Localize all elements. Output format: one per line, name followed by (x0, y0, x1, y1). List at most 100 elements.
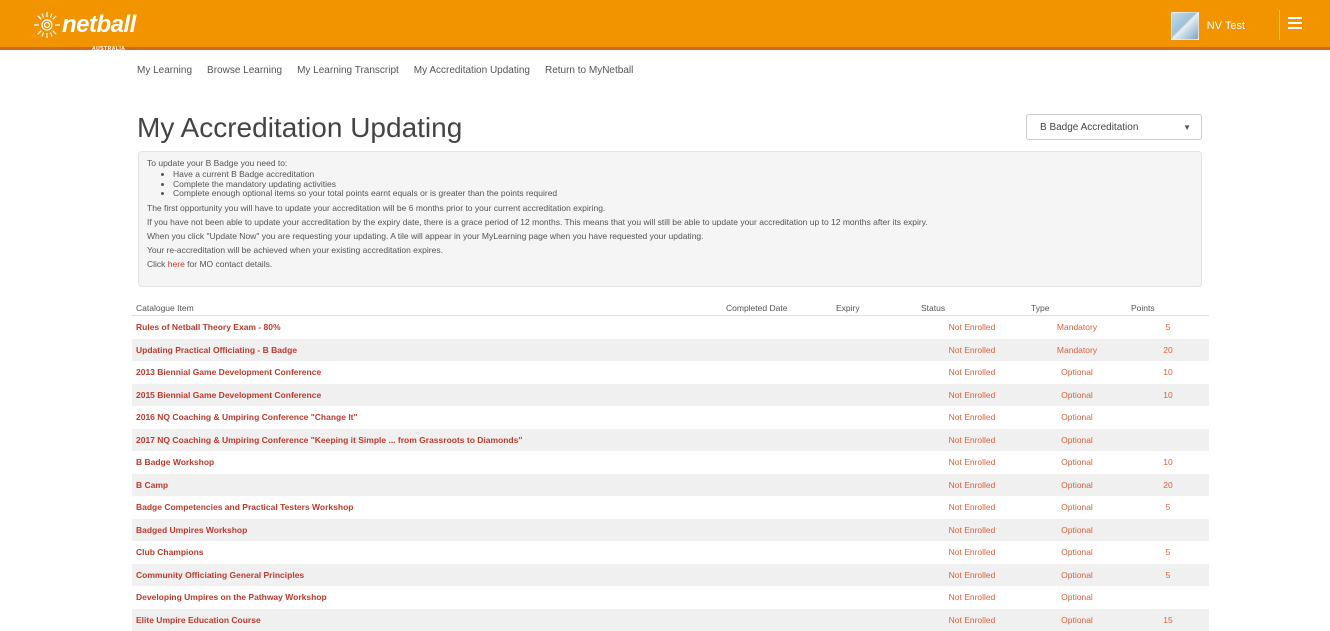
status-cell: Not Enrolled (917, 406, 1027, 429)
logo-subtext: AUSTRALIA (92, 37, 125, 61)
type-cell: Optional (1027, 406, 1127, 429)
catalogue-item-cell: Club Champions (132, 541, 722, 564)
requirement-item: Complete enough optional items so your t… (173, 189, 1193, 199)
nav-browse-learning[interactable]: Browse Learning (207, 65, 282, 76)
column-header-expiry[interactable]: Expiry (832, 300, 917, 316)
sub-navigation: My Learning Browse Learning My Learning … (137, 65, 648, 76)
catalogue-item-cell: Community Officiating General Principles (132, 564, 722, 587)
catalogue-item-link[interactable]: Badged Umpires Workshop (136, 525, 247, 535)
catalogue-item-link[interactable]: Club Champions (136, 547, 204, 557)
instructions-panel: To update your B Badge you need to: Have… (138, 151, 1202, 287)
type-cell: Mandatory (1027, 316, 1127, 339)
points-cell: 10 (1127, 451, 1209, 474)
catalogue-item-link[interactable]: B Camp (136, 480, 168, 490)
accreditation-select[interactable]: B Badge Accreditation ▼ (1026, 114, 1202, 140)
info-paragraph: When you click "Update Now" you are requ… (147, 231, 1193, 241)
catalogue-item-cell: 2013 Biennial Game Development Conferenc… (132, 361, 722, 384)
column-header-points[interactable]: Points (1127, 300, 1209, 316)
nav-return-to-mynetball[interactable]: Return to MyNetball (545, 65, 633, 76)
points-cell: 10 (1127, 384, 1209, 407)
type-cell: Optional (1027, 429, 1127, 452)
completed-date-cell (722, 361, 832, 384)
catalogue-item-link[interactable]: 2015 Biennial Game Development Conferenc… (136, 390, 321, 400)
table-row: Club ChampionsNot EnrolledOptional5 (132, 541, 1209, 564)
points-cell (1127, 586, 1209, 609)
expiry-cell (832, 564, 917, 587)
completed-date-cell (722, 496, 832, 519)
expiry-cell (832, 339, 917, 362)
points-cell (1127, 429, 1209, 452)
page-title: My Accreditation Updating (137, 112, 462, 144)
expiry-cell (832, 541, 917, 564)
status-cell: Not Enrolled (917, 429, 1027, 452)
completed-date-cell (722, 406, 832, 429)
catalogue-item-cell: Badged Umpires Workshop (132, 519, 722, 542)
table-row: Badged Umpires WorkshopNot EnrolledOptio… (132, 519, 1209, 542)
completed-date-cell (722, 474, 832, 497)
catalogue-item-cell: Rules of Netball Theory Exam - 80% (132, 316, 722, 339)
table-row: Badge Competencies and Practical Testers… (132, 496, 1209, 519)
catalogue-item-link[interactable]: Rules of Netball Theory Exam - 80% (136, 322, 281, 332)
table-row: Developing Umpires on the Pathway Worksh… (132, 586, 1209, 609)
hamburger-menu-icon[interactable] (1288, 17, 1302, 33)
column-header-completed-date[interactable]: Completed Date (722, 300, 832, 316)
status-cell: Not Enrolled (917, 316, 1027, 339)
sun-logo-icon (30, 8, 64, 42)
completed-date-cell (722, 316, 832, 339)
table-row: Updating Practical Officiating - B Badge… (132, 339, 1209, 362)
netball-logo[interactable]: netball AUSTRALIA (30, 8, 136, 42)
nav-my-accreditation-updating[interactable]: My Accreditation Updating (414, 65, 530, 76)
user-avatar[interactable] (1171, 12, 1199, 40)
nav-my-learning-transcript[interactable]: My Learning Transcript (297, 65, 399, 76)
catalogue-item-link[interactable]: 2013 Biennial Game Development Conferenc… (136, 367, 321, 377)
type-cell: Optional (1027, 361, 1127, 384)
table-row: 2017 NQ Coaching & Umpiring Conference "… (132, 429, 1209, 452)
completed-date-cell (722, 429, 832, 452)
catalogue-item-cell: 2017 NQ Coaching & Umpiring Conference "… (132, 429, 722, 452)
column-header-type[interactable]: Type (1027, 300, 1127, 316)
points-cell: 20 (1127, 339, 1209, 362)
type-cell: Optional (1027, 519, 1127, 542)
user-name[interactable]: NV Test (1207, 20, 1245, 32)
catalogue-item-cell: 2016 NQ Coaching & Umpiring Conference "… (132, 406, 722, 429)
expiry-cell (832, 474, 917, 497)
completed-date-cell (722, 384, 832, 407)
instructions-intro: To update your B Badge you need to: (147, 158, 1193, 168)
column-header-status[interactable]: Status (917, 300, 1027, 316)
catalogue-item-link[interactable]: 2017 NQ Coaching & Umpiring Conference "… (136, 435, 522, 445)
catalogue-item-cell: Developing Umpires on the Pathway Worksh… (132, 586, 722, 609)
table-row: Community Officiating General Principles… (132, 564, 1209, 587)
catalogue-item-link[interactable]: Updating Practical Officiating - B Badge (136, 345, 297, 355)
table-row: 2013 Biennial Game Development Conferenc… (132, 361, 1209, 384)
expiry-cell (832, 451, 917, 474)
column-header-catalogue-item[interactable]: Catalogue Item (132, 300, 722, 316)
nav-my-learning[interactable]: My Learning (137, 65, 192, 76)
catalogue-item-cell: 2015 Biennial Game Development Conferenc… (132, 384, 722, 407)
catalogue-item-link[interactable]: B Badge Workshop (136, 457, 214, 467)
expiry-cell (832, 519, 917, 542)
contact-details-link[interactable]: here (168, 259, 185, 269)
type-cell: Optional (1027, 496, 1127, 519)
top-header-bar: netball AUSTRALIA NV Test (0, 0, 1330, 50)
catalogue-item-link[interactable]: 2016 NQ Coaching & Umpiring Conference "… (136, 412, 358, 422)
completed-date-cell (722, 586, 832, 609)
table-row: B Badge WorkshopNot EnrolledOptional10 (132, 451, 1209, 474)
points-cell: 5 (1127, 564, 1209, 587)
expiry-cell (832, 384, 917, 407)
type-cell: Optional (1027, 586, 1127, 609)
completed-date-cell (722, 564, 832, 587)
catalogue-item-link[interactable]: Badge Competencies and Practical Testers… (136, 502, 353, 512)
points-cell: 5 (1127, 541, 1209, 564)
expiry-cell (832, 429, 917, 452)
catalogue-item-link[interactable]: Community Officiating General Principles (136, 570, 304, 580)
table-row: B CampNot EnrolledOptional20 (132, 474, 1209, 497)
catalogue-item-link[interactable]: Developing Umpires on the Pathway Worksh… (136, 592, 327, 602)
expiry-cell (832, 496, 917, 519)
header-divider (1279, 10, 1280, 40)
status-cell: Not Enrolled (917, 339, 1027, 362)
points-cell: 5 (1127, 316, 1209, 339)
type-cell: Optional (1027, 451, 1127, 474)
expiry-cell (832, 406, 917, 429)
expiry-cell (832, 361, 917, 384)
user-menu[interactable]: NV Test (1171, 12, 1245, 40)
